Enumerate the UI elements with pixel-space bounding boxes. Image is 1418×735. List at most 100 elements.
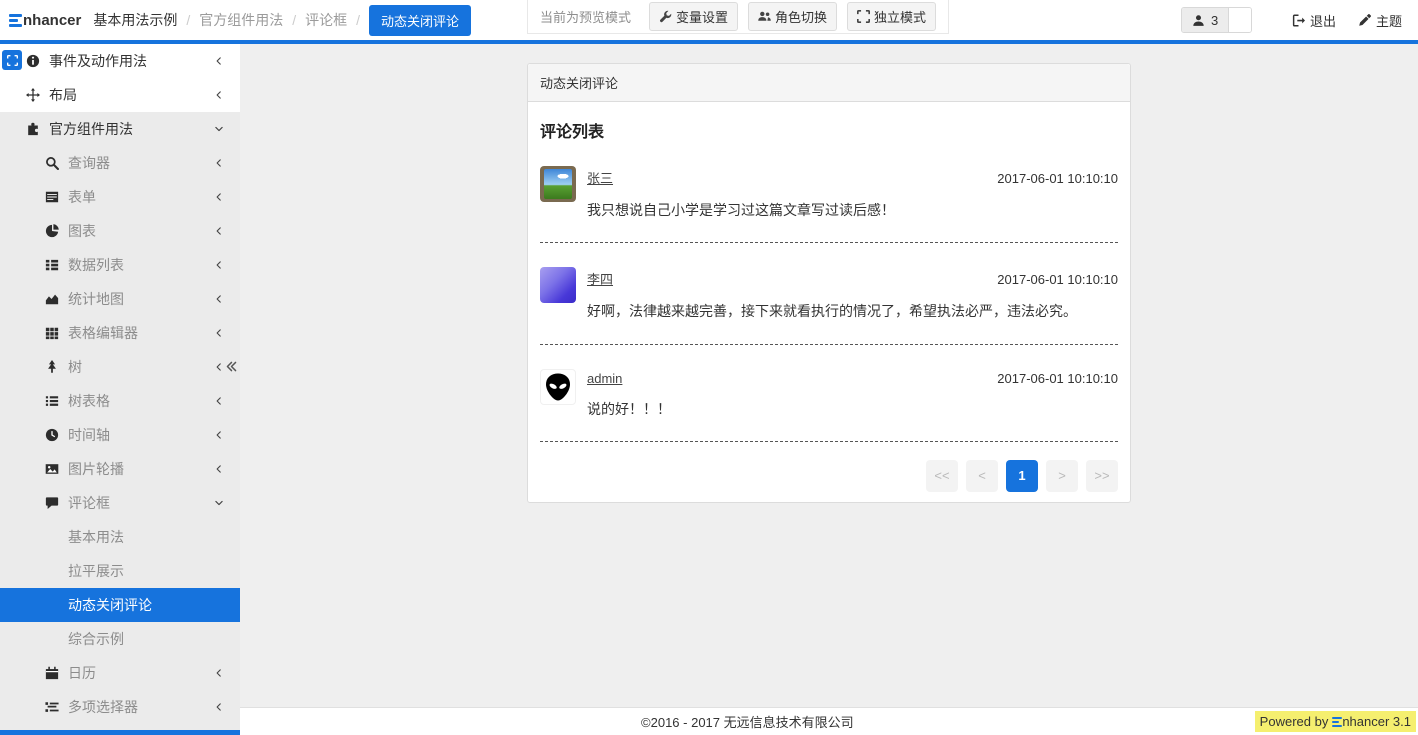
wrench-icon <box>659 10 672 23</box>
sidebar-item[interactable]: 多项选择器 <box>0 690 240 724</box>
user-count: 3 <box>1211 13 1218 28</box>
sidebar-item[interactable]: 树表格 <box>0 384 240 418</box>
sidebar-item[interactable]: 表格编辑器 <box>0 316 240 350</box>
comment-icon <box>45 496 59 510</box>
preview-mode-bar: 当前为预览模式 变量设置角色切换独立模式 <box>527 0 949 34</box>
avatar <box>540 166 576 202</box>
sidebar-bottom-accent <box>0 730 240 735</box>
breadcrumb-separator: / <box>186 12 190 28</box>
sidebar-item-label: 时间轴 <box>68 425 110 445</box>
comment-author-link[interactable]: admin <box>587 371 622 386</box>
sidebar-collapse-handle[interactable] <box>225 360 238 378</box>
comment-body: admin 2017-06-01 10:10:10 说的好！！！ <box>587 369 1118 419</box>
sidebar-item-label: 拉平展示 <box>68 561 124 581</box>
toolbar-button-label: 变量设置 <box>676 7 728 26</box>
sidebar-item[interactable]: 表单 <box>0 180 240 214</box>
sidebar-item[interactable]: 时间轴 <box>0 418 240 452</box>
comment-date: 2017-06-01 10:10:10 <box>997 371 1118 386</box>
data-list-icon <box>45 258 59 272</box>
comment-text: 说的好！！！ <box>587 399 1118 419</box>
avatar <box>540 267 576 303</box>
calendar-icon <box>45 666 59 680</box>
powered-by-suffix: nhancer 3.1 <box>1342 714 1411 729</box>
sidebar-item-label: 综合示例 <box>68 629 124 649</box>
user-count-control[interactable]: 3 <box>1181 7 1252 33</box>
user-count-extra-segment[interactable] <box>1229 8 1251 32</box>
breadcrumb-item[interactable]: 动态关闭评论 <box>369 5 471 36</box>
chevron-left-icon <box>214 56 224 66</box>
breadcrumb-item[interactable]: 官方组件用法 <box>199 10 283 30</box>
sidebar-item[interactable]: 图表 <box>0 214 240 248</box>
expand-icon <box>7 55 18 66</box>
pagination-button[interactable]: >> <box>1086 460 1118 492</box>
sidebar-item-label: 多项选择器 <box>68 697 138 717</box>
sidebar-item[interactable]: 图片轮播 <box>0 452 240 486</box>
theme-button[interactable]: 主题 <box>1358 11 1402 30</box>
image-icon <box>45 462 59 476</box>
logout-label: 退出 <box>1310 11 1336 30</box>
main-content: 动态关闭评论 评论列表 张三 2017-06-01 10:10:10 我只想说自… <box>240 44 1418 735</box>
sidebar-item-label: 树 <box>68 357 82 377</box>
app-logo[interactable]: nhancer <box>9 12 81 29</box>
sidebar-item[interactable]: 统计地图 <box>0 282 240 316</box>
chevron-left-icon <box>214 328 224 338</box>
sidebar-item[interactable]: 综合示例 <box>0 622 240 656</box>
sidebar-item[interactable]: 事件及动作用法 <box>0 44 240 78</box>
comment-separator <box>540 242 1118 243</box>
chevron-left-icon <box>214 260 224 270</box>
comment-list-title: 评论列表 <box>540 118 1118 142</box>
chevron-left-icon <box>214 362 224 372</box>
chevron-left-icon <box>214 192 224 202</box>
toolbar-button-label: 独立模式 <box>874 7 926 26</box>
sidebar-item-label: 查询器 <box>68 153 110 173</box>
pagination-button[interactable]: > <box>1046 460 1078 492</box>
sidebar-item[interactable]: 数据列表 <box>0 248 240 282</box>
logo-text: nhancer <box>23 12 81 29</box>
info-circle-icon <box>26 54 40 68</box>
sidebar-item[interactable]: 查询器 <box>0 146 240 180</box>
copyright-text: ©2016 - 2017 无远信息技术有限公司 <box>240 712 1255 731</box>
pagination-button[interactable]: < <box>966 460 998 492</box>
sidebar-item-label: 官方组件用法 <box>49 119 133 139</box>
comment-body: 李四 2017-06-01 10:10:10 好啊，法律越来越完善，接下来就看执… <box>587 267 1118 321</box>
panel-title: 动态关闭评论 <box>528 64 1130 102</box>
chevron-down-icon <box>214 124 224 134</box>
expand-icon <box>857 10 870 23</box>
sidebar-expand-button[interactable] <box>2 50 22 70</box>
comment-author-link[interactable]: 李四 <box>587 269 613 288</box>
toolbar-button[interactable]: 角色切换 <box>748 2 837 31</box>
breadcrumb-item[interactable]: 评论框 <box>305 10 347 30</box>
comment-date: 2017-06-01 10:10:10 <box>997 171 1118 186</box>
comment-list: 张三 2017-06-01 10:10:10 我只想说自己小学是学习过这篇文章写… <box>540 166 1118 442</box>
form-icon <box>45 190 59 204</box>
sidebar-item[interactable]: 树 <box>0 350 240 384</box>
pagination-button[interactable]: 1 <box>1006 460 1038 492</box>
chevron-left-icon <box>214 702 224 712</box>
logout-button[interactable]: 退出 <box>1292 11 1336 30</box>
chevron-left-icon <box>214 158 224 168</box>
comments-panel: 动态关闭评论 评论列表 张三 2017-06-01 10:10:10 我只想说自… <box>527 63 1131 503</box>
breadcrumb: 基本用法示例/官方组件用法/评论框/动态关闭评论 <box>93 5 471 36</box>
breadcrumb-separator: / <box>356 12 360 28</box>
enhancer-logo-icon <box>9 14 22 27</box>
theme-label: 主题 <box>1376 11 1402 30</box>
sidebar-item[interactable]: 布局 <box>0 78 240 112</box>
tree-icon <box>45 360 59 374</box>
comment-author-link[interactable]: 张三 <box>587 168 613 187</box>
sidebar-item[interactable]: 拉平展示 <box>0 554 240 588</box>
tasks-icon <box>45 700 59 714</box>
chevron-left-icon <box>214 464 224 474</box>
sidebar-item[interactable]: 官方组件用法 <box>0 112 240 146</box>
sidebar-item[interactable]: 动态关闭评论 <box>0 588 240 622</box>
powered-by-badge[interactable]: Powered by nhancer 3.1 <box>1255 711 1416 732</box>
sidebar-item-label: 布局 <box>49 85 77 105</box>
toolbar-button[interactable]: 变量设置 <box>649 2 738 31</box>
sidebar-item-label: 树表格 <box>68 391 110 411</box>
sidebar-item[interactable]: 基本用法 <box>0 520 240 554</box>
pagination-button[interactable]: << <box>926 460 958 492</box>
comment-item: 张三 2017-06-01 10:10:10 我只想说自己小学是学习过这篇文章写… <box>540 166 1118 220</box>
toolbar-button[interactable]: 独立模式 <box>847 2 936 31</box>
sidebar-item[interactable]: 日历 <box>0 656 240 690</box>
sidebar-item[interactable]: 评论框 <box>0 486 240 520</box>
breadcrumb-item[interactable]: 基本用法示例 <box>93 10 177 30</box>
